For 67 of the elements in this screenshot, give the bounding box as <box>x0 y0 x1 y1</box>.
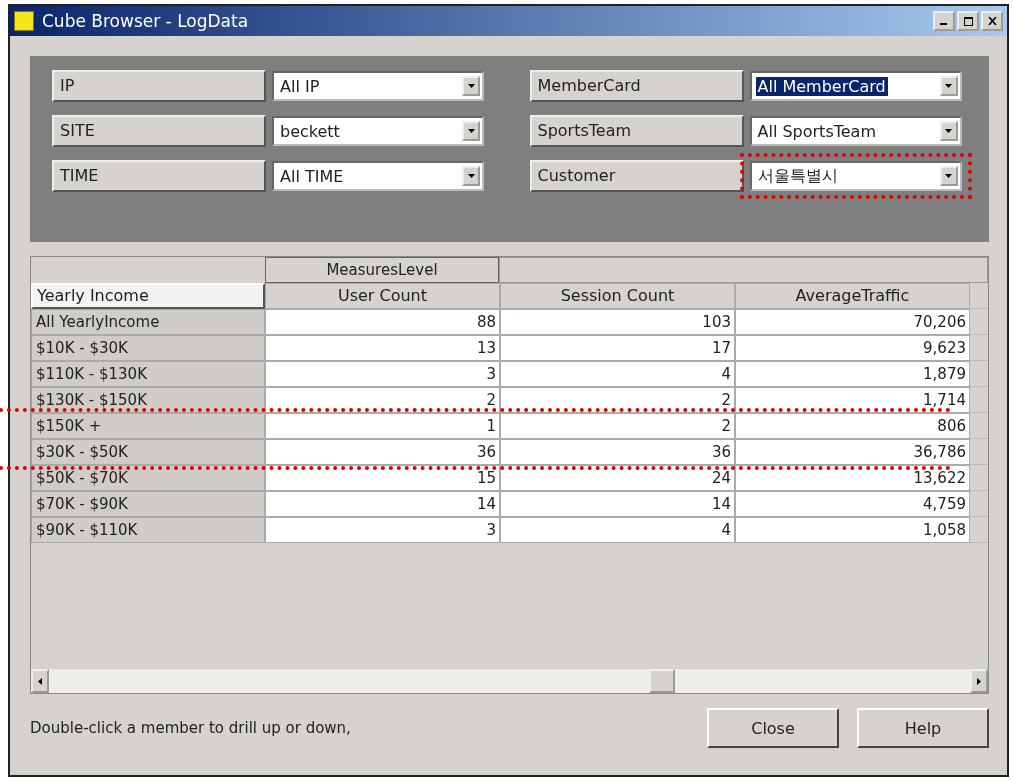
minimize-button[interactable] <box>933 11 955 31</box>
filter-dropdown[interactable]: All IP <box>272 71 484 101</box>
filter-dropdown[interactable]: All TIME <box>272 161 484 191</box>
table-cell: 9,623 <box>735 335 970 361</box>
table-cell: 36,786 <box>735 439 970 465</box>
scroll-left-icon[interactable] <box>31 669 49 693</box>
scroll-right-icon[interactable] <box>970 669 988 693</box>
table-cell: 15 <box>265 465 500 491</box>
row-header[interactable]: $110K - $130K <box>31 361 265 387</box>
filter-dropdown[interactable]: All MemberCard <box>749 71 962 101</box>
table-cell: 806 <box>735 413 970 439</box>
column-header[interactable]: Session Count <box>500 283 735 309</box>
table-cell: 88 <box>265 309 500 335</box>
table-cell: 1,058 <box>735 517 970 543</box>
filter-dropdown[interactable]: 서울특별시 <box>749 161 962 191</box>
table-cell: 1 <box>265 413 500 439</box>
column-header[interactable]: User Count <box>265 283 500 309</box>
measures-header[interactable]: MeasuresLevel <box>265 257 499 283</box>
window-title: Cube Browser - LogData <box>42 11 250 31</box>
table-cell: 14 <box>265 491 500 517</box>
table-cell: 13,622 <box>735 465 970 491</box>
dimension-header[interactable]: Yearly Income <box>31 283 265 309</box>
close-button[interactable] <box>981 11 1003 31</box>
row-header[interactable]: $10K - $30K <box>31 335 265 361</box>
table-cell: 103 <box>500 309 735 335</box>
row-header[interactable]: $50K - $70K <box>31 465 265 491</box>
maximize-icon <box>963 16 973 26</box>
row-header[interactable]: $90K - $110K <box>31 517 265 543</box>
table-cell: 17 <box>500 335 735 361</box>
row-header[interactable]: $70K - $90K <box>31 491 265 517</box>
table-cell: 70,206 <box>735 309 970 335</box>
filter-label: Customer <box>529 160 744 192</box>
table-cell: 24 <box>500 465 735 491</box>
close-icon <box>987 17 997 25</box>
table-cell: 14 <box>500 491 735 517</box>
column-header[interactable]: AverageTraffic <box>735 283 970 309</box>
table-cell: 13 <box>265 335 500 361</box>
cube-icon <box>14 11 34 31</box>
table-cell: 1,879 <box>735 361 970 387</box>
dialog-button[interactable]: Close <box>707 708 839 748</box>
filter-label: IP <box>52 70 266 102</box>
row-header[interactable]: $130K - $150K <box>31 387 265 413</box>
table-cell: 3 <box>265 517 500 543</box>
horizontal-scrollbar[interactable] <box>31 668 988 693</box>
filter-label: SportsTeam <box>529 115 744 147</box>
maximize-button[interactable] <box>957 11 979 31</box>
row-header[interactable]: $30K - $50K <box>31 439 265 465</box>
table-cell: 2 <box>500 387 735 413</box>
table-cell: 4 <box>500 361 735 387</box>
table-cell: 4 <box>500 517 735 543</box>
filter-label: MemberCard <box>529 70 744 102</box>
table-cell: 36 <box>500 439 735 465</box>
table-cell: 2 <box>500 413 735 439</box>
filter-dropdown[interactable]: beckett <box>272 116 484 146</box>
table-cell: 2 <box>265 387 500 413</box>
status-text: Double-click a member to drill up or down, <box>30 719 352 737</box>
table-cell: 3 <box>265 361 500 387</box>
row-header[interactable]: $150K + <box>31 413 265 439</box>
scroll-thumb[interactable] <box>649 669 675 693</box>
filter-label: TIME <box>52 160 266 192</box>
filter-dropdown[interactable]: All SportsTeam <box>749 116 962 146</box>
dialog-button[interactable]: Help <box>857 708 989 748</box>
row-header[interactable]: All YearlyIncome <box>31 309 265 335</box>
table-cell: 1,714 <box>735 387 970 413</box>
table-cell: 36 <box>265 439 500 465</box>
table-cell: 4,759 <box>735 491 970 517</box>
filter-label: SITE <box>52 115 266 147</box>
